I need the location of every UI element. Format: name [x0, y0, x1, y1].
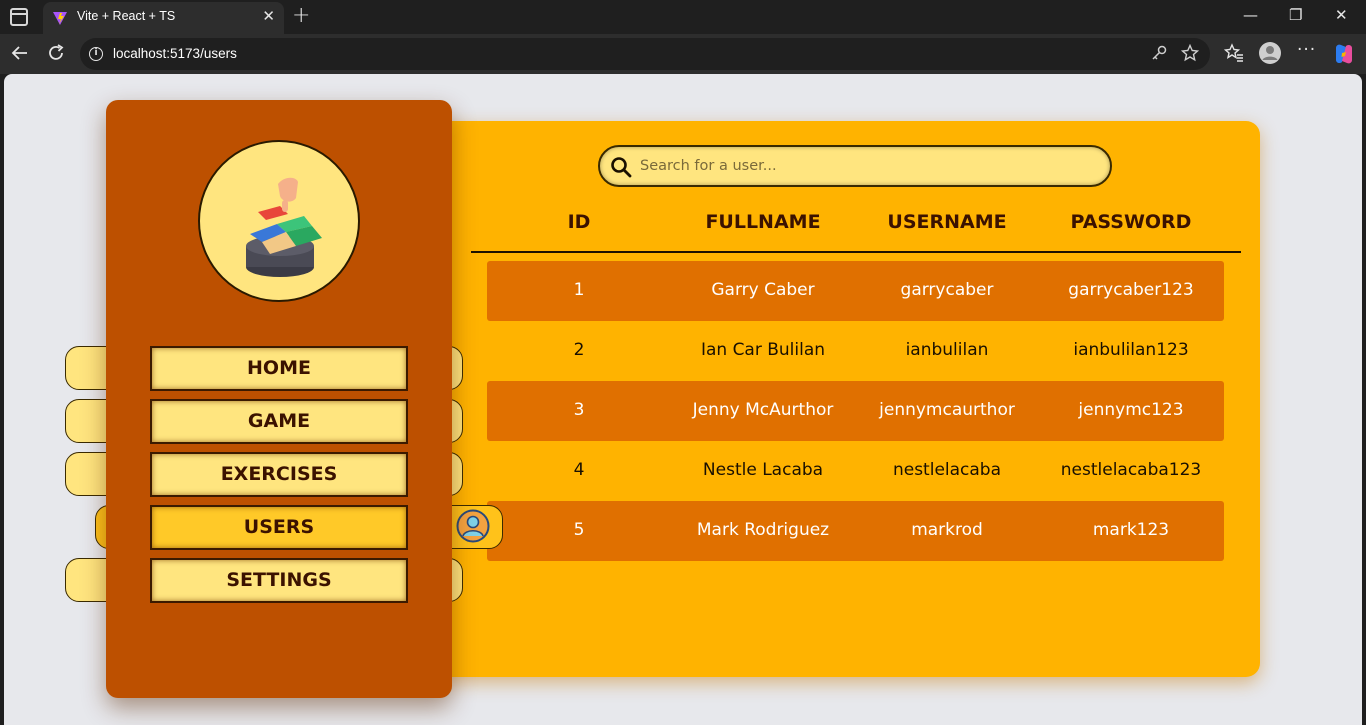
table-row[interactable]: 4 Nestle Lacaba nestlelacaba nestlelacab… — [487, 441, 1224, 501]
table-row[interactable]: 5 Mark Rodriguez markrod mark123 — [487, 501, 1224, 561]
nav-users-button[interactable]: USERS — [150, 505, 408, 550]
copilot-icon[interactable] — [1332, 42, 1356, 66]
table-header: ID FULLNAME USERNAME PASSWORD — [471, 205, 1241, 253]
vite-logo-icon — [53, 12, 67, 25]
cell-fullname: Nestle Lacaba — [702, 460, 824, 480]
cell-fullname: Ian Car Bulilan — [700, 340, 826, 360]
nav-exercises-button[interactable]: EXERCISES — [150, 452, 408, 497]
cell-password: ianbulilan123 — [1073, 340, 1189, 360]
restore-icon[interactable]: ❐ — [1289, 6, 1302, 24]
window-close-icon[interactable]: ✕ — [1335, 6, 1348, 24]
favorites-icon[interactable] — [1224, 43, 1244, 63]
nav-home-button[interactable]: HOME — [150, 346, 408, 391]
app-logo — [198, 140, 360, 302]
search-icon — [611, 157, 632, 178]
page-viewport: ID FULLNAME USERNAME PASSWORD 1 Garry Ca… — [4, 74, 1362, 725]
arrow-left-icon[interactable] — [10, 43, 30, 63]
cell-username: jennymcaurthor — [879, 400, 1015, 420]
minimize-icon[interactable]: — — [1243, 6, 1258, 24]
header-id: ID — [567, 211, 591, 233]
info-icon[interactable]: i — [89, 47, 103, 61]
key-icon[interactable] — [1150, 44, 1168, 62]
nav-settings-button[interactable]: SETTINGS — [150, 558, 408, 603]
cell-username: markrod — [911, 520, 983, 540]
more-icon[interactable]: ··· — [1297, 40, 1316, 60]
cell-fullname: Garry Caber — [711, 280, 815, 300]
close-tab-icon[interactable]: ✕ — [262, 7, 275, 25]
table-row[interactable]: 2 Ian Car Bulilan ianbulilan ianbulilan1… — [487, 321, 1224, 381]
profile-icon[interactable] — [1258, 41, 1282, 65]
table-row[interactable]: 1 Garry Caber garrycaber garrycaber123 — [487, 261, 1224, 321]
search-bar[interactable] — [598, 145, 1112, 187]
cell-id: 1 — [573, 280, 585, 300]
cell-fullname: Mark Rodriguez — [696, 520, 830, 540]
cell-username: garrycaber — [900, 280, 994, 300]
cell-id: 3 — [573, 400, 585, 420]
star-icon[interactable] — [1181, 44, 1199, 62]
cell-username: ianbulilan — [905, 340, 989, 360]
cell-fullname: Jenny McAurthor — [692, 400, 834, 420]
cell-password: nestlelacaba123 — [1060, 460, 1202, 480]
url-text[interactable]: localhost:5173/users — [113, 46, 237, 61]
users-panel: ID FULLNAME USERNAME PASSWORD 1 Garry Ca… — [400, 121, 1260, 677]
cell-password: jennymc123 — [1078, 400, 1184, 420]
cell-password: mark123 — [1092, 520, 1170, 540]
cell-username: nestlelacaba — [892, 460, 1002, 480]
cell-password: garrycaber123 — [1068, 280, 1194, 300]
header-username: USERNAME — [887, 211, 1007, 233]
browser-tab[interactable]: Vite + React + TS ✕ — [43, 2, 284, 34]
search-input[interactable] — [640, 153, 1100, 179]
new-tab-icon[interactable]: + — [292, 3, 310, 28]
header-password: PASSWORD — [1070, 211, 1192, 233]
table-row[interactable]: 3 Jenny McAurthor jennymcaurthor jennymc… — [487, 381, 1224, 441]
cell-id: 4 — [573, 460, 585, 480]
tab-title: Vite + React + TS — [77, 9, 176, 23]
puzzle-logo-icon — [246, 177, 322, 277]
address-bar: i localhost:5173/users ··· — [0, 34, 1366, 74]
cell-id: 2 — [573, 340, 585, 360]
tab-actions-icon[interactable] — [10, 8, 28, 26]
user-avatar-icon — [456, 509, 490, 543]
sidebar: HOME GAME EXERCISES USERS SETTINGS — [106, 100, 452, 698]
omnibox[interactable]: i localhost:5173/users — [80, 38, 1210, 70]
reload-icon[interactable] — [46, 43, 66, 63]
header-fullname: FULLNAME — [705, 211, 821, 233]
cell-id: 5 — [573, 520, 585, 540]
browser-tab-bar: Vite + React + TS ✕ + — ❐ ✕ — [0, 0, 1366, 34]
nav-game-button[interactable]: GAME — [150, 399, 408, 444]
